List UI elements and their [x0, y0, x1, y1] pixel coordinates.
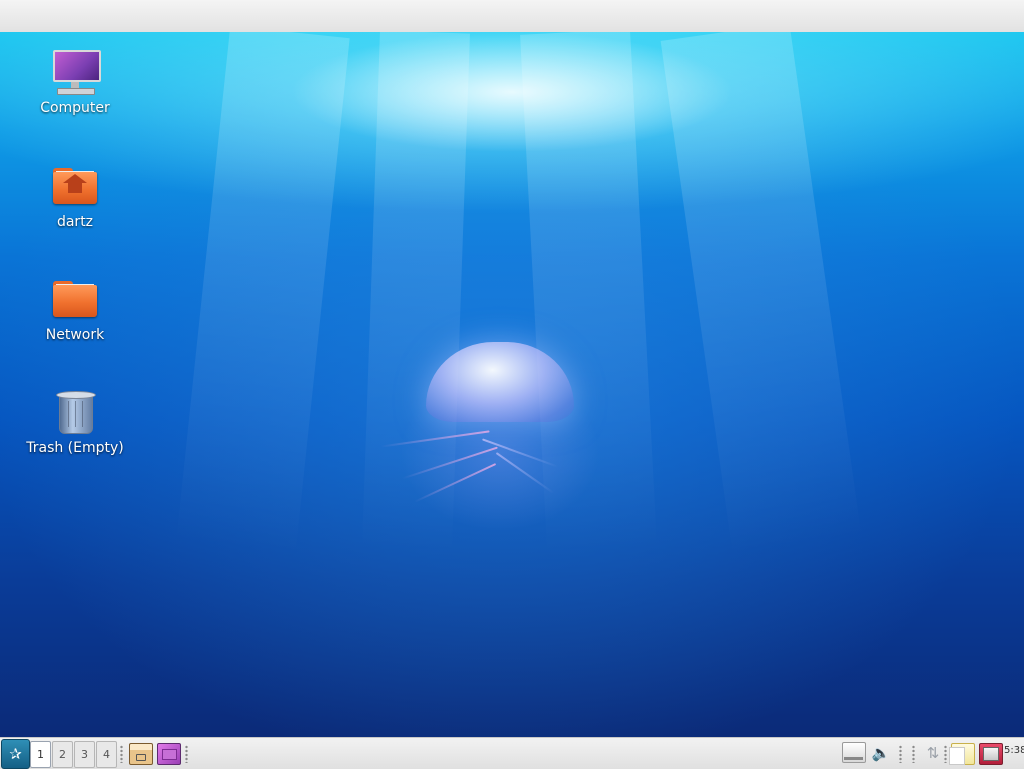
desktop-icon-trash[interactable]: Trash (Empty) [20, 388, 130, 456]
panel-separator [912, 745, 915, 763]
workspace-2-button[interactable]: 2 [52, 741, 73, 768]
panel-separator [899, 745, 902, 763]
network-icon[interactable]: ⇅ [922, 743, 944, 763]
bottom-panel: ✰ 1 2 3 4 🔈 ⇅ 5:38 [0, 737, 1024, 769]
desktop-icon-label: dartz [56, 214, 94, 230]
light-ray [175, 32, 350, 556]
removable-drive-icon[interactable] [842, 742, 866, 763]
desktop-icon-network[interactable]: Network [20, 275, 130, 343]
notes-icon[interactable] [949, 743, 975, 765]
desktop-icon-home[interactable]: dartz [20, 162, 130, 230]
desktop-icon-label: Network [45, 327, 105, 343]
top-panel [0, 0, 1024, 33]
trash-icon [51, 388, 99, 436]
volume-icon[interactable]: 🔈 [870, 743, 892, 763]
file-manager-icon[interactable] [129, 743, 153, 765]
workspace-3-button[interactable]: 3 [74, 741, 95, 768]
light-ray [660, 32, 862, 556]
panel-separator [944, 745, 947, 763]
session-icon[interactable] [979, 743, 1003, 765]
desktop-icon-label: Trash (Empty) [26, 440, 124, 456]
home-folder-icon [51, 162, 99, 210]
desktop-icon-label: Computer [40, 100, 110, 116]
network-folder-icon [51, 275, 99, 323]
clock[interactable]: 5:38 [1004, 745, 1024, 756]
workspace-1-button[interactable]: 1 [30, 741, 51, 768]
terminal-icon[interactable] [157, 743, 181, 765]
panel-separator [185, 745, 188, 763]
workspace-4-button[interactable]: 4 [96, 741, 117, 768]
jellyfish-image [360, 332, 600, 552]
desktop-wallpaper[interactable] [0, 32, 1024, 737]
desktop-icon-computer[interactable]: Computer [20, 48, 130, 116]
computer-icon [51, 48, 101, 96]
whisker-menu-icon[interactable]: ✰ [1, 739, 30, 769]
panel-separator [120, 745, 123, 763]
